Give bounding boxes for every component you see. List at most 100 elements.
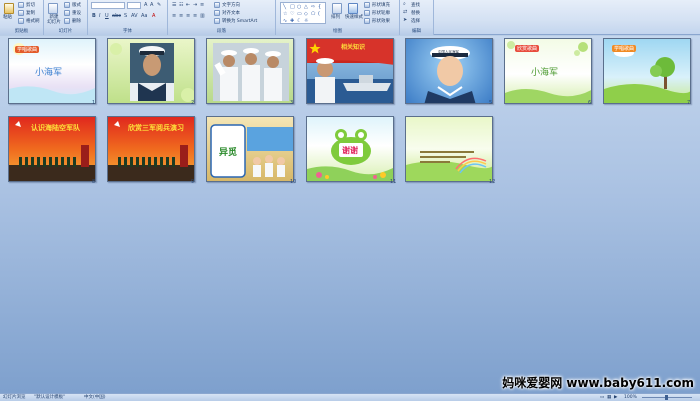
rectangle-shape-icon[interactable]: □ xyxy=(290,4,295,10)
increase-indent-icon[interactable]: ⇥ xyxy=(193,2,197,8)
copy-icon[interactable] xyxy=(18,10,24,16)
slide-thumbnail-12[interactable] xyxy=(405,116,493,182)
slide-2-photo xyxy=(110,43,194,102)
font-size-box[interactable] xyxy=(127,2,141,9)
shape-outline-button[interactable]: 形状轮廓 xyxy=(372,11,390,16)
oval-shape-icon[interactable]: ○ xyxy=(297,4,301,10)
normal-view-icon[interactable]: ▭ xyxy=(600,395,604,401)
slide-thumbnail-11[interactable]: 谢谢 xyxy=(306,116,394,182)
zoom-level[interactable]: 100% xyxy=(624,395,637,401)
slide-thumbnail-3[interactable] xyxy=(206,38,294,104)
slide-thumbnail-2[interactable] xyxy=(107,38,195,104)
format-painter-icon[interactable] xyxy=(18,18,24,24)
reset-button[interactable]: 重设 xyxy=(72,11,81,16)
select-icon[interactable]: ➤ xyxy=(403,17,407,23)
new-slide-icon[interactable] xyxy=(48,3,58,14)
slide-thumbnail-9[interactable]: 欣赏三军阅兵演习 xyxy=(107,116,195,182)
delete-icon[interactable] xyxy=(64,18,70,24)
format-painter-button[interactable]: 格式刷 xyxy=(26,19,40,24)
moon-shape-icon[interactable]: ☾ xyxy=(297,18,301,24)
copy-button[interactable]: 复制 xyxy=(26,11,35,16)
decrease-indent-icon[interactable]: ⇤ xyxy=(186,2,190,8)
shadow-icon[interactable]: S xyxy=(124,13,127,19)
find-button[interactable]: 查找 xyxy=(411,3,420,8)
slide-thumbnail-5[interactable]: 中国人民海军 xyxy=(405,38,493,104)
shape-outline-icon[interactable] xyxy=(364,10,370,16)
case-icon[interactable]: Aa xyxy=(141,13,147,19)
smartart-icon[interactable] xyxy=(214,18,220,24)
spacing-icon[interactable]: AV xyxy=(131,13,138,19)
delete-button[interactable]: 删除 xyxy=(72,19,81,24)
clear-format-icon[interactable]: ✎ xyxy=(157,2,161,8)
sorter-view-icon[interactable]: ▦ xyxy=(607,395,611,401)
triangle-shape-icon[interactable]: △ xyxy=(304,4,308,10)
slide-number-7: 7 xyxy=(687,100,691,106)
curve-shape-icon[interactable]: ∿ xyxy=(283,18,287,24)
shape-fill-icon[interactable] xyxy=(364,2,370,8)
columns-icon[interactable]: ▥ xyxy=(200,13,205,19)
line-shape-icon[interactable]: ╲ xyxy=(283,4,286,10)
new-slide-button[interactable]: 新建 幻灯片 xyxy=(46,15,62,25)
heart-shape-icon[interactable]: ♡ xyxy=(290,11,294,17)
replace-icon[interactable]: ⇄ xyxy=(403,9,407,15)
font-color-icon[interactable]: A xyxy=(152,13,155,19)
arrow-shape-icon[interactable]: ⇨ xyxy=(311,4,315,10)
quick-styles-button[interactable]: 快速样式 xyxy=(345,15,363,20)
quick-styles-icon[interactable] xyxy=(348,3,358,14)
text-direction-button[interactable]: 文字方向 xyxy=(222,3,240,8)
arrange-icon[interactable] xyxy=(332,3,342,14)
numbering-icon[interactable]: ☷ xyxy=(179,2,183,8)
sun-shape-icon[interactable]: ☼ xyxy=(304,18,308,24)
bullets-icon[interactable]: ☰ xyxy=(172,2,176,8)
smartart-button[interactable]: 转换为 SmartArt xyxy=(222,19,257,24)
align-text-button[interactable]: 对齐文本 xyxy=(222,11,240,16)
grow-font-icon[interactable]: A xyxy=(144,2,147,8)
bold-icon[interactable]: B xyxy=(92,13,96,19)
cut-icon[interactable] xyxy=(18,2,24,8)
line-spacing-icon[interactable]: ≡ xyxy=(200,2,204,8)
text-direction-icon[interactable] xyxy=(214,2,220,8)
select-button[interactable]: 选择 xyxy=(411,19,420,24)
align-right-icon[interactable]: ≡ xyxy=(186,13,190,19)
star-shape-icon[interactable]: ☆ xyxy=(283,11,287,17)
slide-thumbnail-6[interactable]: 欣赏歌曲 小海军 xyxy=(504,38,592,104)
font-name-box[interactable] xyxy=(91,2,125,9)
zoom-slider-thumb[interactable] xyxy=(665,395,668,400)
group-label-editing: 编辑 xyxy=(400,28,433,35)
layout-button[interactable]: 版式 xyxy=(72,3,81,8)
slide-thumbnail-7[interactable]: 学唱歌曲 xyxy=(603,38,691,104)
underline-icon[interactable]: U xyxy=(105,13,109,19)
find-icon[interactable]: ⌕ xyxy=(403,1,406,7)
align-center-icon[interactable]: ≡ xyxy=(179,13,183,19)
align-text-icon[interactable] xyxy=(214,10,220,16)
brace-shape-icon[interactable]: { xyxy=(318,4,321,10)
justify-icon[interactable]: ≡ xyxy=(193,13,197,19)
layout-icon[interactable] xyxy=(64,2,70,8)
slide-9-title: 欣赏三军阅兵演习 xyxy=(128,123,184,132)
cut-button[interactable]: 剪切 xyxy=(26,3,35,8)
slide-thumbnail-8[interactable]: 认识海陆空军队 xyxy=(8,116,96,182)
paste-button[interactable]: 粘贴 xyxy=(3,15,12,20)
pentagon-shape-icon[interactable]: ⬠ xyxy=(311,11,315,17)
arrange-button[interactable]: 排列 xyxy=(331,15,340,20)
callout-shape-icon[interactable]: ▭ xyxy=(297,11,302,17)
slide-thumbnail-10[interactable]: 异觅 xyxy=(206,116,294,182)
shape-fill-button[interactable]: 形状填充 xyxy=(372,3,390,8)
slideshow-view-icon[interactable]: ▶ xyxy=(614,395,617,401)
status-theme-label: "默认设计模板" xyxy=(34,395,66,400)
replace-button[interactable]: 替换 xyxy=(411,11,420,16)
bracket-shape-icon[interactable]: ( xyxy=(318,11,320,17)
slide-thumbnail-1[interactable]: 学唱歌曲 小海军 xyxy=(8,38,96,104)
shape-effects-icon[interactable] xyxy=(364,18,370,24)
cross-shape-icon[interactable]: ✚ xyxy=(290,18,294,24)
strikethrough-icon[interactable]: abc xyxy=(112,13,121,19)
shrink-font-icon[interactable]: A xyxy=(150,2,153,8)
slide-thumbnail-4[interactable]: 相关知识 xyxy=(306,38,394,104)
reset-icon[interactable] xyxy=(64,10,70,16)
shapes-gallery[interactable]: ╲ □ ○ △ ⇨ { ☆ ♡ ▭ ◇ ⬠ ( ∿ ✚ ☾ ☼ xyxy=(280,2,326,24)
diamond-shape-icon[interactable]: ◇ xyxy=(304,11,308,17)
italic-icon[interactable]: I xyxy=(99,13,100,19)
align-left-icon[interactable]: ≡ xyxy=(172,13,176,19)
shape-effects-button[interactable]: 形状效果 xyxy=(372,19,390,24)
paste-icon[interactable] xyxy=(4,3,14,14)
